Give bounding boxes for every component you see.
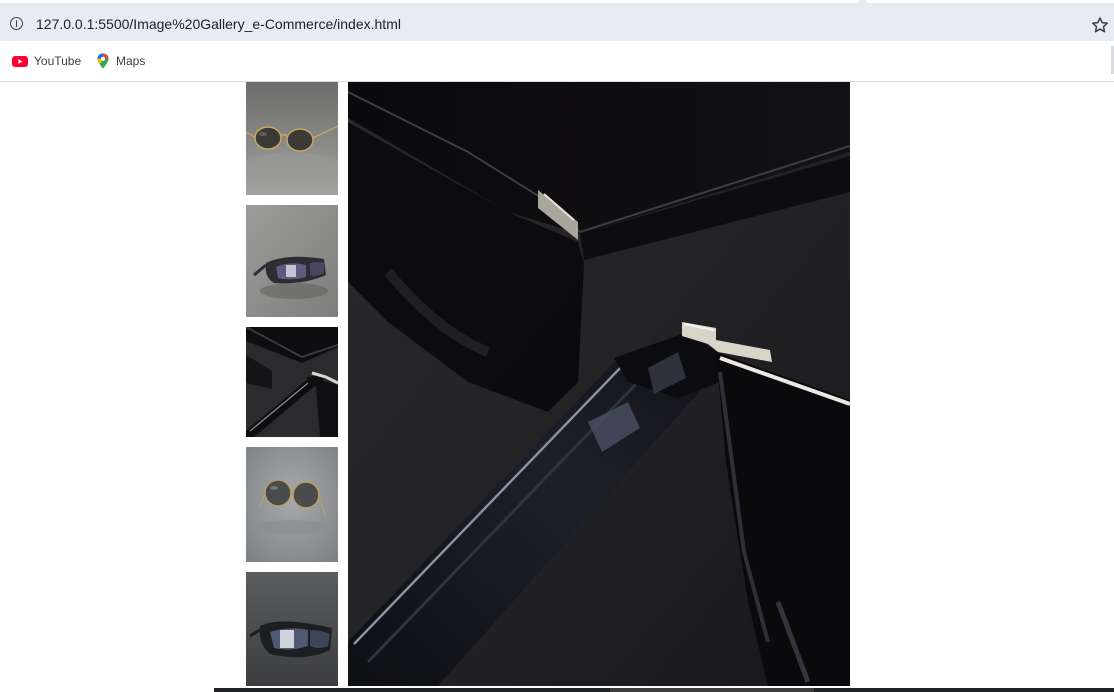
browser-chrome: 127.0.0.1:5500/Image%20Gallery_e-Commerc… [0, 0, 1114, 82]
horizontal-scrollbar[interactable] [214, 688, 1114, 692]
tab-edge [866, 0, 1114, 3]
thumbnail-image [246, 82, 338, 195]
url-text[interactable]: 127.0.0.1:5500/Image%20Gallery_e-Commerc… [36, 16, 401, 32]
thumbnail-3[interactable] [246, 327, 338, 437]
active-tab-edge [0, 0, 860, 3]
thumbnail-image [246, 327, 338, 437]
bookmark-label: Maps [116, 54, 146, 68]
bookmarks-bar: YouTube Maps [0, 47, 1114, 75]
main-product-image [348, 82, 850, 686]
tab-strip [0, 0, 1114, 7]
thumbnail-image [246, 572, 338, 686]
thumbnail-image [246, 205, 338, 317]
main-image-graphic [348, 82, 850, 686]
gallery-page [0, 82, 1114, 692]
thumbnail-1[interactable] [246, 82, 338, 195]
address-bar[interactable]: 127.0.0.1:5500/Image%20Gallery_e-Commerc… [0, 7, 1114, 41]
bookmark-youtube[interactable]: YouTube [12, 51, 81, 71]
thumbnail-4[interactable] [246, 447, 338, 562]
bookmark-label: YouTube [34, 54, 82, 68]
info-icon[interactable] [10, 17, 23, 30]
youtube-icon [12, 55, 28, 67]
thumbnail-2[interactable] [246, 205, 338, 317]
maps-icon [97, 53, 109, 69]
bookmark-maps[interactable]: Maps [96, 51, 145, 71]
star-icon[interactable] [1090, 15, 1110, 35]
thumbnail-5[interactable] [246, 572, 338, 686]
thumbnail-image [246, 447, 338, 562]
